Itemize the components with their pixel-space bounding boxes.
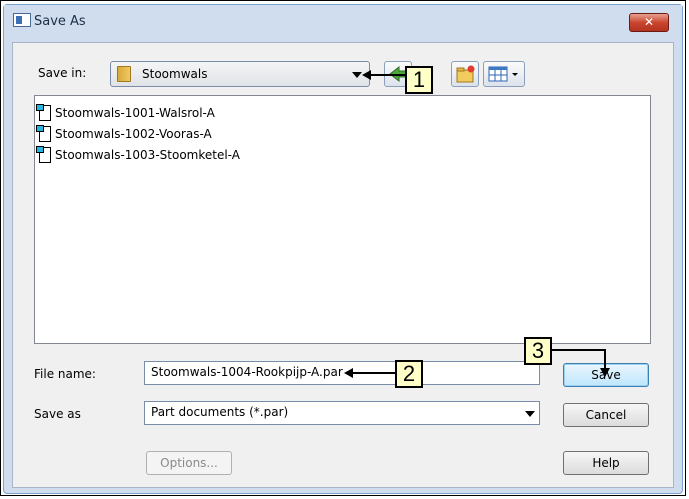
part-file-icon — [36, 146, 52, 164]
callout-1-arrowhead — [362, 70, 371, 80]
file-item-label: Stoomwals-1003-Stoomketel-A — [55, 148, 240, 162]
chevron-down-icon[interactable] — [525, 411, 535, 417]
file-name-label: File name: — [34, 367, 96, 381]
save-in-value: Stoomwals — [142, 67, 208, 81]
chevron-down-icon[interactable] — [352, 72, 362, 78]
title-bar[interactable] — [4, 5, 682, 35]
save-as-value: Part documents (*.par) — [151, 405, 289, 419]
new-folder-icon — [456, 65, 475, 83]
window-icon — [13, 13, 31, 27]
close-button[interactable]: ✕ — [629, 13, 669, 32]
callout-1-line — [370, 74, 405, 76]
folder-icon — [117, 66, 131, 82]
file-name-value: Stoomwals-1004-Rookpijp-A.par — [151, 365, 343, 379]
list-item[interactable]: Stoomwals-1002-Vooras-A — [36, 124, 212, 144]
window-title: Save As — [34, 14, 86, 29]
save-as-label: Save as — [34, 407, 81, 421]
callout-2-arrowhead — [344, 368, 353, 378]
callout-1: 1 — [405, 66, 433, 94]
callout-3-arrowhead — [600, 368, 610, 377]
file-name-input[interactable]: Stoomwals-1004-Rookpijp-A.par — [144, 361, 540, 385]
callout-2: 2 — [395, 360, 423, 388]
file-item-label: Stoomwals-1001-Walsrol-A — [55, 106, 215, 120]
part-file-icon — [36, 104, 52, 122]
view-grid-icon — [488, 66, 518, 82]
cancel-button[interactable]: Cancel — [563, 403, 649, 427]
callout-3-line-v — [604, 349, 606, 369]
help-button[interactable]: Help — [563, 451, 649, 475]
save-in-label: Save in: — [38, 66, 87, 80]
callout-3: 3 — [524, 337, 552, 365]
new-folder-button[interactable] — [451, 61, 479, 87]
file-item-label: Stoomwals-1002-Vooras-A — [55, 127, 212, 141]
options-button: Options... — [146, 451, 232, 475]
callout-3-line-h — [552, 349, 606, 351]
view-menu-button[interactable] — [483, 61, 525, 87]
save-as-select[interactable]: Part documents (*.par) — [144, 401, 540, 425]
part-file-icon — [36, 125, 52, 143]
callout-2-line — [352, 372, 395, 374]
list-item[interactable]: Stoomwals-1003-Stoomketel-A — [36, 145, 240, 165]
list-item[interactable]: Stoomwals-1001-Walsrol-A — [36, 103, 215, 123]
